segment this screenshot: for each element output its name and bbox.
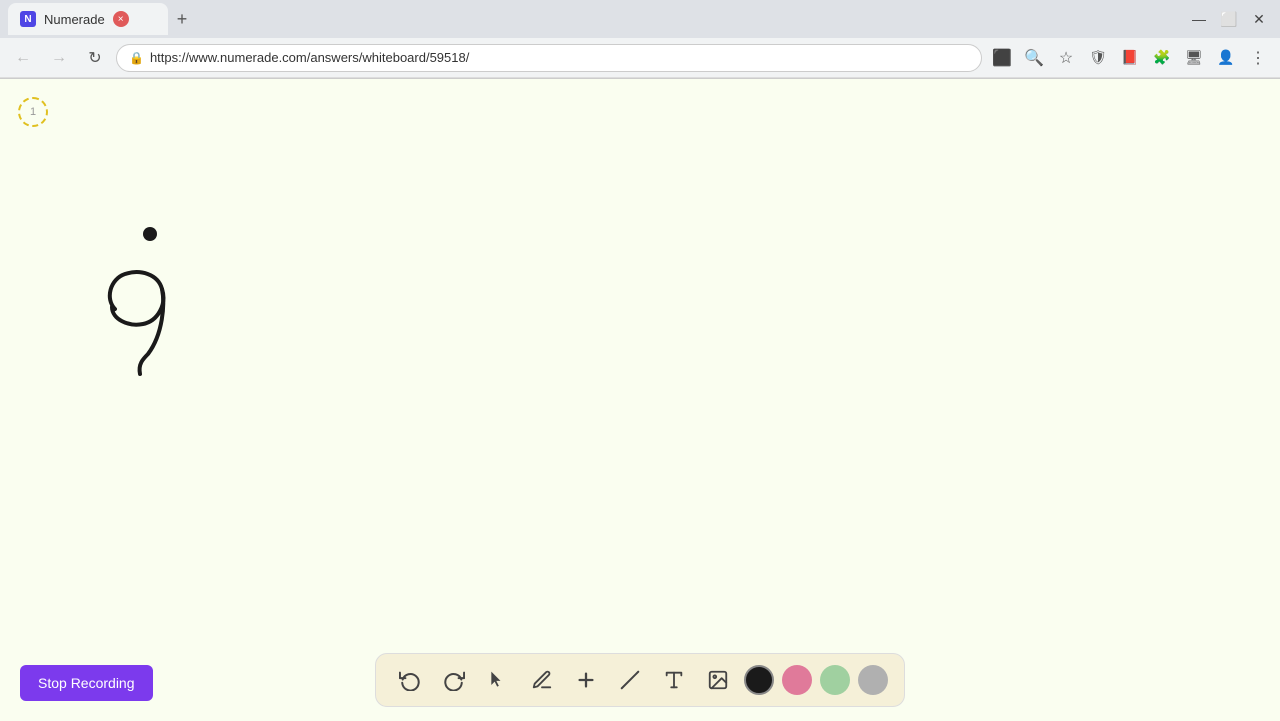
back-button[interactable]: ←	[8, 43, 38, 73]
extension-icon-1[interactable]: 🛡	[1084, 44, 1112, 72]
lock-icon: 🔒	[129, 51, 144, 65]
add-button[interactable]	[568, 662, 604, 698]
redo-button[interactable]	[436, 662, 472, 698]
color-black-swatch[interactable]	[744, 665, 774, 695]
color-gray-swatch[interactable]	[858, 665, 888, 695]
pencil-tool-button[interactable]	[524, 662, 560, 698]
maximize-button[interactable]: ⬜	[1216, 6, 1242, 32]
browser-chrome: N Numerade × + — ⬜ ✕ ← → ↻ 🔒 https://www…	[0, 0, 1280, 79]
extension-icon-3[interactable]: 🧩	[1148, 44, 1176, 72]
extension-icon-4[interactable]: 🖥	[1180, 44, 1208, 72]
new-tab-button[interactable]: +	[168, 5, 196, 33]
menu-button[interactable]: ⋮	[1244, 44, 1272, 72]
tab-close-button[interactable]: ×	[113, 11, 129, 27]
tab-favicon: N	[20, 11, 36, 27]
cast-icon[interactable]: ⬛	[988, 44, 1016, 72]
close-button[interactable]: ✕	[1246, 6, 1272, 32]
timer-badge: 1	[18, 97, 48, 127]
text-tool-button[interactable]	[656, 662, 692, 698]
select-tool-button[interactable]	[480, 662, 516, 698]
bookmark-icon[interactable]: ☆	[1052, 44, 1080, 72]
stop-recording-button[interactable]: Stop Recording	[20, 665, 153, 701]
color-pink-swatch[interactable]	[782, 665, 812, 695]
tab-title: Numerade	[44, 12, 105, 27]
browser-tab[interactable]: N Numerade ×	[8, 3, 168, 35]
eraser-tool-button[interactable]	[612, 662, 648, 698]
color-green-swatch[interactable]	[820, 665, 850, 695]
title-bar: N Numerade × + — ⬜ ✕	[0, 0, 1280, 38]
undo-button[interactable]	[392, 662, 428, 698]
nav-actions: ⬛ 🔍 ☆ 🛡 📕 🧩 🖥 👤 ⋮	[988, 44, 1272, 72]
extension-icon-2[interactable]: 📕	[1116, 44, 1144, 72]
address-bar[interactable]: 🔒 https://www.numerade.com/answers/white…	[116, 44, 982, 72]
timer-display: 1	[30, 106, 36, 118]
nav-bar: ← → ↻ 🔒 https://www.numerade.com/answers…	[0, 38, 1280, 78]
profile-icon[interactable]: 👤	[1212, 44, 1240, 72]
whiteboard-canvas	[0, 79, 1280, 721]
address-text: https://www.numerade.com/answers/whitebo…	[150, 50, 469, 65]
image-tool-button[interactable]	[700, 662, 736, 698]
minimize-button[interactable]: —	[1186, 6, 1212, 32]
forward-button[interactable]: →	[44, 43, 74, 73]
toolbar	[375, 653, 905, 707]
search-icon[interactable]: 🔍	[1020, 44, 1048, 72]
whiteboard-area[interactable]: 1 Stop Recording	[0, 79, 1280, 721]
reload-button[interactable]: ↻	[80, 43, 110, 73]
window-controls: — ⬜ ✕	[1186, 6, 1272, 32]
